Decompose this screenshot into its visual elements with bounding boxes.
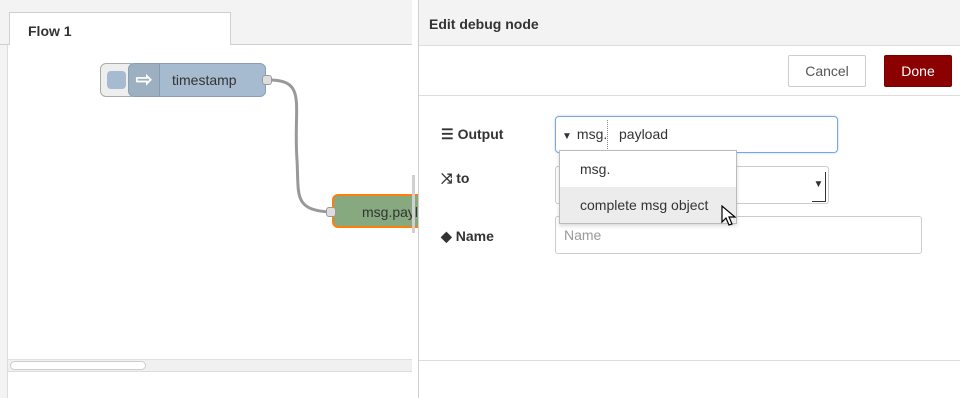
dropdown-option-msg[interactable]: msg. (560, 151, 736, 187)
name-label-row: ◆ Name (441, 228, 494, 245)
output-label-row: ☰ Output (441, 126, 503, 143)
tray-title: Edit debug node (429, 16, 539, 32)
edit-node-tray: Edit debug node Cancel Done ☰ Output ⤨ to … (418, 0, 960, 398)
output-type-prefix: msg. (576, 126, 608, 142)
output-property-value[interactable]: payload (619, 126, 668, 142)
list-icon: ☰ (441, 126, 454, 142)
tag-icon: ◆ (441, 228, 452, 244)
name-label: Name (455, 228, 494, 244)
workspace-tab-bar: Flow 1 (0, 0, 412, 46)
workspace-footer (8, 371, 412, 398)
workspace-left-edge (0, 45, 8, 398)
debug-input-port[interactable] (326, 207, 336, 217)
flow-workspace: Flow 1 ⇨ timestamp msg.payload (0, 0, 441, 398)
shuffle-icon: ⤨ (441, 170, 453, 186)
mouse-pointer-icon (721, 205, 737, 226)
tray-header: Edit debug node (419, 0, 960, 46)
caret-down-icon: ▼ (562, 131, 572, 142)
inject-trigger-button-face (107, 71, 126, 89)
done-button[interactable]: Done (884, 55, 952, 87)
debug-node[interactable]: msg.payload (332, 194, 441, 228)
inject-node[interactable]: ⇨ timestamp (128, 63, 266, 97)
tab-flow-1[interactable]: Flow 1 (9, 12, 231, 46)
scrollbar-thumb[interactable] (10, 361, 146, 370)
arrow-right-icon: ⇨ (129, 64, 160, 96)
cancel-button[interactable]: Cancel (788, 55, 866, 87)
inject-node-label: timestamp (172, 72, 237, 88)
chevron-down-icon[interactable]: ▼ (812, 172, 826, 202)
dropdown-option-complete-msg-object[interactable]: complete msg object (560, 187, 736, 223)
to-label: to (456, 170, 470, 186)
tray-footer-divider (419, 360, 960, 361)
canvas-horizontal-scrollbar[interactable] (8, 359, 412, 371)
output-type-select[interactable]: ▼ msg. (558, 120, 609, 149)
output-type-dropdown: msg. complete msg object (559, 150, 737, 224)
output-typed-input[interactable]: ▼ msg. payload (555, 116, 838, 153)
output-label: Output (457, 126, 504, 142)
inject-output-port[interactable] (262, 75, 272, 85)
panel-splitter-handle[interactable] (412, 175, 415, 233)
tray-toolbar: Cancel Done (419, 46, 960, 96)
to-label-row: ⤨ to (441, 170, 469, 187)
